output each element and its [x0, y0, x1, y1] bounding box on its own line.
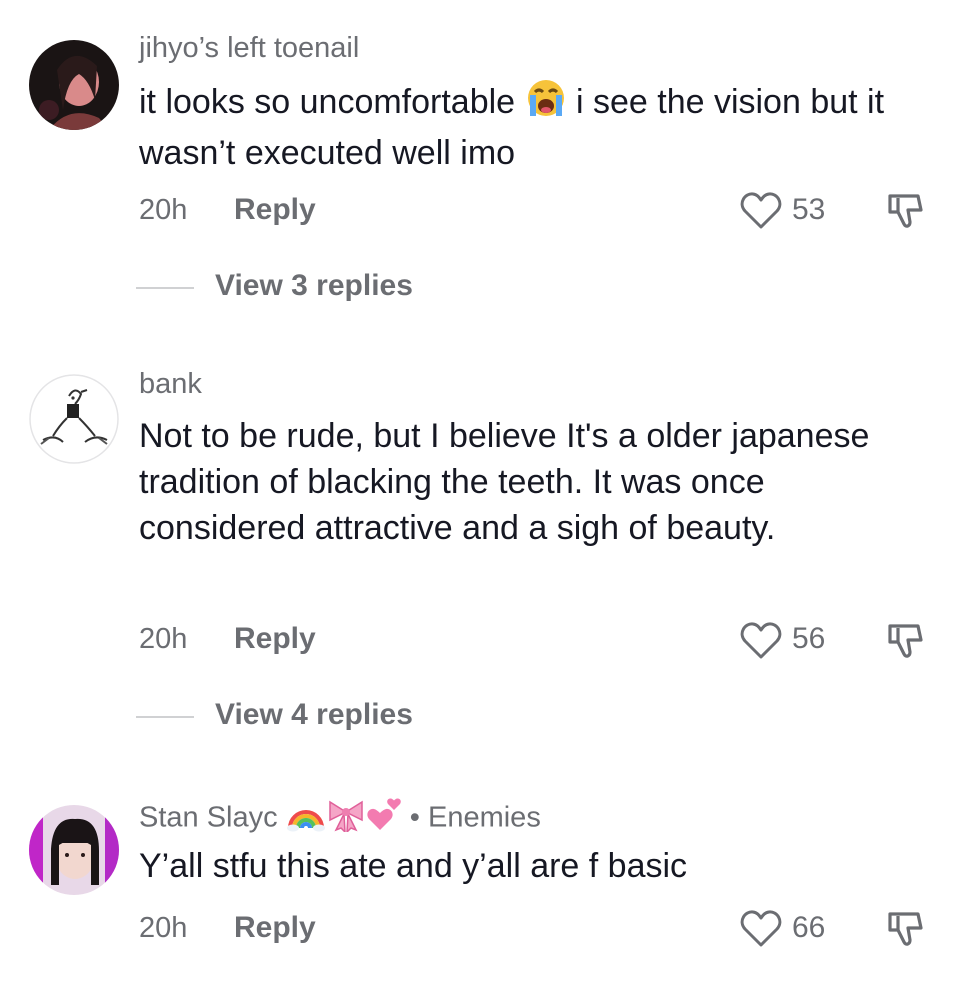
comment-time: 20h [139, 912, 188, 944]
comment-meta-label: Enemies [427, 801, 541, 834]
avatar-sketch-icon [29, 374, 119, 464]
comment-text: it looks so uncomfortable i see the visi… [139, 78, 929, 176]
loudly-crying-face-icon [525, 78, 567, 130]
ribbon-icon [326, 798, 366, 840]
rainbow-icon [286, 798, 326, 840]
comment-time: 20h [139, 194, 188, 226]
dislike-icon[interactable] [884, 620, 926, 662]
avatar[interactable] [29, 805, 119, 895]
comment-text: Not to be rude, but I believe It's a old… [139, 417, 870, 547]
heart-icon[interactable] [739, 909, 783, 949]
avatar-photo-icon [29, 805, 119, 895]
view-replies-divider [136, 287, 194, 289]
comment-username[interactable]: bank [139, 368, 202, 401]
reply-button[interactable]: Reply [234, 911, 316, 945]
dislike-icon[interactable] [884, 908, 926, 950]
comment-username[interactable]: jihyo’s left toenail [139, 32, 359, 65]
avatar-photo-icon [29, 40, 119, 130]
dislike-icon[interactable] [884, 190, 926, 232]
view-replies-button[interactable]: View 4 replies [215, 698, 413, 732]
username-separator: • [409, 801, 420, 834]
view-replies-divider [136, 716, 194, 718]
view-replies-button[interactable]: View 3 replies [215, 269, 413, 303]
comment-time: 20h [139, 623, 188, 655]
reply-button[interactable]: Reply [234, 193, 316, 227]
heart-icon[interactable] [739, 191, 783, 231]
avatar[interactable] [29, 40, 119, 130]
comment-username: Stan Slayc • Enemies [139, 798, 541, 840]
comment-text: Y’all stfu this ate and y’all are f basi… [139, 847, 688, 885]
like-count: 66 [792, 911, 826, 944]
comment-text-part: it looks so uncomfortable [139, 82, 525, 121]
reply-button[interactable]: Reply [234, 622, 316, 656]
avatar[interactable] [29, 374, 119, 464]
like-count: 53 [792, 193, 826, 226]
heart-icon[interactable] [739, 621, 783, 661]
username-text[interactable]: Stan Slayc [139, 802, 278, 834]
two-hearts-icon [366, 798, 402, 840]
like-count: 56 [792, 622, 826, 655]
